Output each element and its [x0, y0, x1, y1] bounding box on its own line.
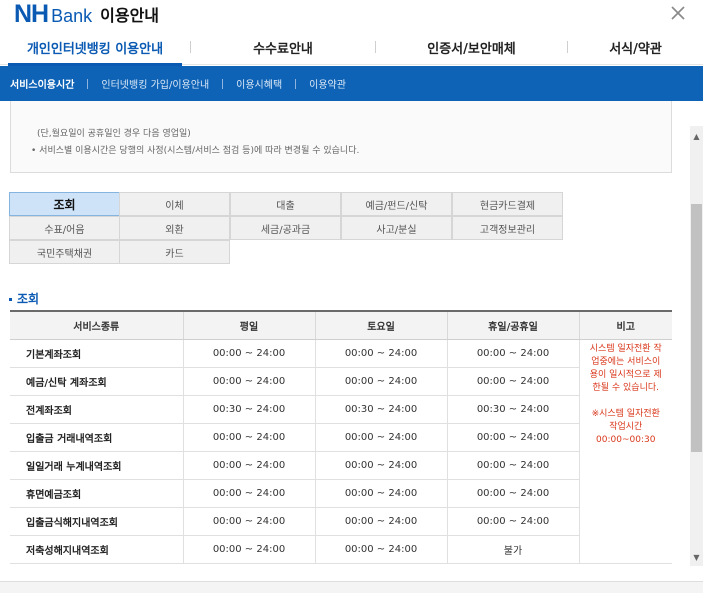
logo-bank-text: Bank — [51, 6, 93, 26]
holiday-hours: 00:00 ~ 24:00 — [446, 451, 579, 480]
table-row: 전계좌조회 00:30 ~ 24:00 00:30 ~ 24:00 00:30 … — [10, 395, 672, 424]
notice-line: • 서비스별 이용시간은 당행의 사정(시스템/서비스 점검 등)에 따라 변경… — [31, 146, 360, 156]
category-cash-card-payment[interactable]: 현금카드결제 — [452, 192, 563, 216]
notice-box: (단,월요일이 공휴일인 경우 다음 영업일) • 서비스별 이용시간은 당행의… — [10, 101, 672, 173]
table-row: 일일거래 누계내역조회 00:00 ~ 24:00 00:00 ~ 24:00 … — [10, 451, 672, 480]
app-window: NH Bank 이용안내 개인인터넷뱅킹 이용안내 수수료안내 인증서/보안매체… — [0, 0, 703, 593]
service-name: 입출금식해지내역조회 — [10, 507, 183, 536]
saturday-hours: 00:00 ~ 24:00 — [314, 507, 447, 536]
close-icon[interactable] — [669, 4, 687, 22]
service-name: 예금/신탁 계좌조회 — [10, 367, 183, 396]
column-header: 비고 — [578, 310, 672, 340]
saturday-hours: 00:00 ~ 24:00 — [314, 479, 447, 508]
weekday-hours: 00:00 ~ 24:00 — [182, 451, 315, 480]
section-title-text: 조회 — [17, 292, 40, 306]
table-row: 예금/신탁 계좌조회 00:00 ~ 24:00 00:00 ~ 24:00 0… — [10, 367, 672, 396]
saturday-hours: 00:00 ~ 24:00 — [314, 535, 447, 564]
tab-label: 인증서/보안매체 — [427, 42, 516, 57]
subnav-divider — [295, 78, 297, 89]
table-row: 입출금식해지내역조회 00:00 ~ 24:00 00:00 ~ 24:00 0… — [10, 507, 672, 536]
remark-cell: 시스템 일자전환 작업중에는 서비스이용이 일시적으로 제한될 수 있습니다. … — [578, 339, 672, 564]
main-tabs: 개인인터넷뱅킹 이용안내 수수료안내 인증서/보안매체 서식/약관 — [0, 30, 703, 66]
weekday-hours: 00:00 ~ 24:00 — [182, 507, 315, 536]
weekday-hours: 00:00 ~ 24:00 — [182, 479, 315, 508]
weekday-hours: 00:00 ~ 24:00 — [182, 367, 315, 396]
holiday-hours: 00:00 ~ 24:00 — [446, 423, 579, 452]
category-loan[interactable]: 대출 — [230, 192, 341, 216]
category-tax-utility[interactable]: 세금/공과금 — [230, 216, 341, 240]
service-name: 휴면예금조회 — [10, 479, 183, 508]
saturday-hours: 00:00 ~ 24:00 — [314, 339, 447, 368]
column-header: 휴일/공휴일 — [446, 310, 579, 340]
notice-line: (단,월요일이 공휴일인 경우 다음 영업일) — [37, 129, 191, 139]
category-housing-bond[interactable]: 국민주택채권 — [9, 240, 120, 264]
bottom-bar — [0, 581, 703, 593]
sub-navigation: 서비스이용시간 인터넷뱅킹 가입/이용안내 이용시혜택 이용약관 — [0, 66, 703, 101]
saturday-hours: 00:00 ~ 24:00 — [314, 451, 447, 480]
table-header-row: 서비스종류 평일 토요일 휴일/공휴일 비고 — [10, 310, 672, 340]
nh-bank-logo: NH Bank 이용안내 — [14, 0, 160, 28]
service-name: 전계좌조회 — [10, 395, 183, 424]
logo-nh-text: NH — [14, 0, 49, 28]
weekday-hours: 00:00 ~ 24:00 — [182, 535, 315, 564]
service-name: 입출금 거래내역조회 — [10, 423, 183, 452]
category-transfer[interactable]: 이체 — [119, 192, 230, 216]
table-row: 저축성해지내역조회 00:00 ~ 24:00 00:00 ~ 24:00 불가 — [10, 535, 672, 564]
bullet-icon — [9, 298, 12, 301]
tab-label: 서식/약관 — [609, 42, 662, 57]
header: NH Bank 이용안내 — [0, 0, 703, 30]
subnav-join-guide[interactable]: 인터넷뱅킹 가입/이용안내 — [101, 76, 209, 91]
service-name: 저축성해지내역조회 — [10, 535, 183, 564]
holiday-hours: 00:00 ~ 24:00 — [446, 367, 579, 396]
tab-forms-terms[interactable]: 서식/약관 — [568, 30, 703, 65]
remark-text: 시스템 일자전환 작업중에는 서비스이용이 일시적으로 제한될 수 있습니다. — [589, 343, 662, 393]
subnav-divider — [222, 78, 224, 89]
holiday-hours: 00:00 ~ 24:00 — [446, 339, 579, 368]
section-title: 조회 — [9, 290, 39, 307]
holiday-hours: 00:00 ~ 24:00 — [446, 507, 579, 536]
saturday-hours: 00:00 ~ 24:00 — [314, 367, 447, 396]
weekday-hours: 00:30 ~ 24:00 — [182, 395, 315, 424]
holiday-hours: 00:00 ~ 24:00 — [446, 479, 579, 508]
table-row: 휴면예금조회 00:00 ~ 24:00 00:00 ~ 24:00 00:00… — [10, 479, 672, 508]
subnav-terms[interactable]: 이용약관 — [309, 76, 346, 91]
scroll-thumb[interactable] — [691, 204, 702, 452]
tab-internet-banking-guide[interactable]: 개인인터넷뱅킹 이용안내 — [0, 30, 190, 66]
page-title: 이용안내 — [100, 6, 160, 25]
column-header: 평일 — [182, 310, 315, 340]
saturday-hours: 00:00 ~ 24:00 — [314, 423, 447, 452]
category-check-bill[interactable]: 수표/어음 — [9, 216, 120, 240]
subnav-benefits[interactable]: 이용시혜택 — [236, 76, 282, 91]
column-header: 서비스종류 — [10, 310, 183, 340]
holiday-hours: 00:30 ~ 24:00 — [446, 395, 579, 424]
category-inquiry[interactable]: 조회 — [9, 192, 120, 216]
tab-label: 수수료안내 — [253, 42, 313, 57]
saturday-hours: 00:30 ~ 24:00 — [314, 395, 447, 424]
category-deposit-fund-trust[interactable]: 예금/펀드/신탁 — [341, 192, 452, 216]
remark-text: ※시스템 일자전환 작업시간 00:00~00:30 — [591, 408, 660, 445]
weekday-hours: 00:00 ~ 24:00 — [182, 423, 315, 452]
service-hours-table: 서비스종류 평일 토요일 휴일/공휴일 비고 기본계좌조회 00:00 ~ 24… — [10, 310, 672, 564]
category-customer-info[interactable]: 고객정보관리 — [452, 216, 563, 240]
subnav-divider — [87, 78, 89, 89]
tab-certificate-security[interactable]: 인증서/보안매체 — [376, 30, 567, 65]
holiday-hours: 불가 — [446, 535, 579, 564]
content-area[interactable]: (단,월요일이 공휴일인 경우 다음 영업일) • 서비스별 이용시간은 당행의… — [0, 101, 690, 581]
vertical-scrollbar[interactable]: ▲ ▼ — [690, 126, 703, 566]
service-name: 일일거래 누계내역조회 — [10, 451, 183, 480]
tab-fee-guide[interactable]: 수수료안내 — [191, 30, 375, 65]
column-header: 토요일 — [314, 310, 447, 340]
category-accident-loss[interactable]: 사고/분실 — [341, 216, 452, 240]
service-name: 기본계좌조회 — [10, 339, 183, 368]
tab-label: 개인인터넷뱅킹 이용안내 — [26, 42, 164, 57]
table-row: 입출금 거래내역조회 00:00 ~ 24:00 00:00 ~ 24:00 0… — [10, 423, 672, 452]
weekday-hours: 00:00 ~ 24:00 — [182, 339, 315, 368]
table-row: 기본계좌조회 00:00 ~ 24:00 00:00 ~ 24:00 00:00… — [10, 339, 672, 564]
scroll-up-arrow-icon[interactable]: ▲ — [690, 130, 703, 143]
category-foreign-exchange[interactable]: 외환 — [119, 216, 230, 240]
category-card[interactable]: 카드 — [119, 240, 230, 264]
scroll-down-arrow-icon[interactable]: ▼ — [690, 551, 703, 564]
subnav-service-hours[interactable]: 서비스이용시간 — [10, 76, 74, 91]
